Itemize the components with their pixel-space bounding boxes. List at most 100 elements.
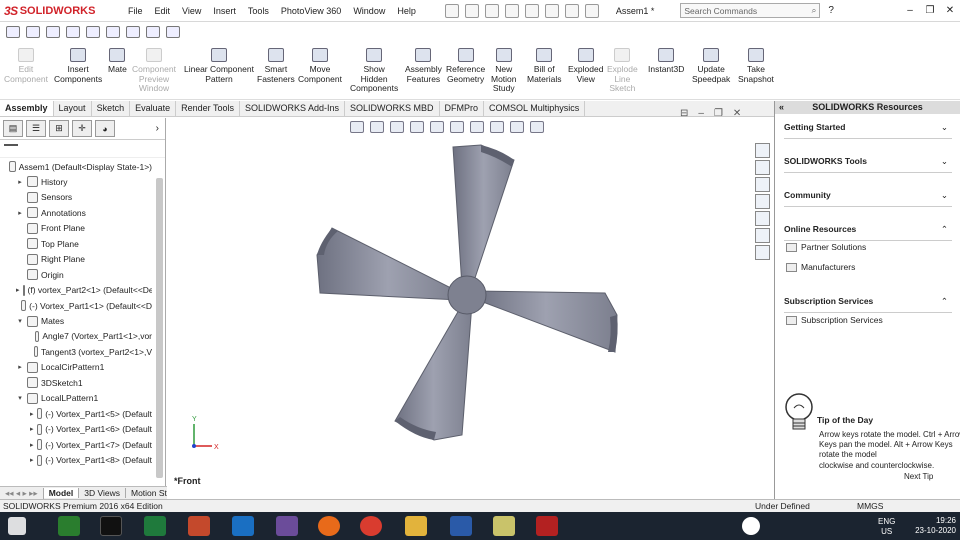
- collapse-icon[interactable]: «: [779, 101, 784, 114]
- tab-nav-arrows[interactable]: ◂◂ ◂ ▸ ▸▸: [0, 487, 44, 499]
- section-view-icon[interactable]: [410, 121, 424, 133]
- next-tip-link[interactable]: Next Tip: [904, 472, 933, 481]
- cube-icon[interactable]: [126, 26, 140, 38]
- rebuild-icon[interactable]: [564, 3, 579, 18]
- visual-studio-icon[interactable]: [276, 516, 298, 536]
- blade-top[interactable]: [452, 144, 515, 288]
- powerpoint-app-icon[interactable]: [188, 516, 210, 536]
- section-solidworks-tools[interactable]: SOLIDWORKS Tools ⌄: [784, 156, 952, 173]
- tree-node[interactable]: Top Plane: [16, 236, 152, 251]
- tree-node[interactable]: ▸ (-) Vortex_Part1<6> (Default: [30, 422, 152, 437]
- instant3d-button[interactable]: Instant3D: [648, 48, 684, 75]
- tree-node[interactable]: ▸ (f) vortex_Part2<1> (Default<<De: [16, 283, 152, 298]
- appearance-icon[interactable]: [490, 121, 504, 133]
- blade-right[interactable]: [474, 290, 618, 353]
- tree-node[interactable]: ▾ LocalLPattern1: [16, 391, 152, 406]
- tree-node[interactable]: (-) Vortex_Part1<1> (Default<<D: [16, 298, 152, 313]
- tab-render-tools[interactable]: Render Tools: [176, 101, 240, 116]
- assembly-tools-icon[interactable]: [6, 26, 20, 38]
- close-icon[interactable]: ✕: [940, 5, 960, 16]
- menu-window[interactable]: Window: [347, 6, 391, 16]
- previous-view-icon[interactable]: [390, 121, 404, 133]
- tab-evaluate[interactable]: Evaluate: [130, 101, 177, 116]
- tab-sketch[interactable]: Sketch: [92, 101, 131, 116]
- chrome-icon[interactable]: [360, 516, 382, 536]
- expand-toggle-icon[interactable]: ▸: [30, 441, 34, 449]
- notes-app-icon[interactable]: [493, 516, 515, 536]
- graphics-area[interactable]: Y X: [167, 118, 772, 499]
- link-manufacturers[interactable]: Manufacturers: [786, 262, 855, 272]
- tree-node[interactable]: ▸ (-) Vortex_Part1<8> (Default: [30, 453, 152, 468]
- feature-tree-icon[interactable]: ▤: [3, 120, 23, 137]
- tab-3d-views[interactable]: 3D Views: [79, 488, 126, 498]
- forum-icon[interactable]: [755, 245, 770, 260]
- tree-node[interactable]: ▾ Mates: [16, 314, 152, 329]
- section-online-resources[interactable]: Online Resources ⌃: [784, 224, 952, 241]
- options-gear-icon[interactable]: [584, 3, 599, 18]
- assembly-features-button[interactable]: Assembly Features: [405, 48, 442, 84]
- insert-components-button[interactable]: Insert Components: [54, 48, 102, 84]
- tab-dfmpro[interactable]: DFMPro: [440, 101, 485, 116]
- windows-start-icon[interactable]: [8, 517, 26, 535]
- vortex-rotor-model[interactable]: Y X: [167, 118, 772, 499]
- expand-toggle-icon[interactable]: ▸: [16, 363, 24, 371]
- tab-solidworks-mbd[interactable]: SOLIDWORKS MBD: [345, 101, 440, 116]
- zoom-area-icon[interactable]: [370, 121, 384, 133]
- mate-button[interactable]: Mate: [108, 48, 127, 75]
- section-community[interactable]: Community ⌄: [784, 190, 952, 207]
- restore-icon[interactable]: ❐: [920, 5, 940, 16]
- clock[interactable]: 19:26 23-10-2020: [915, 516, 956, 536]
- section-subscription-services[interactable]: Subscription Services ⌃: [784, 296, 952, 313]
- tab-layout[interactable]: Layout: [54, 101, 92, 116]
- reference-geometry-button[interactable]: Reference Geometry: [446, 48, 485, 84]
- help-tray-icon[interactable]: [742, 517, 760, 535]
- zoom-to-fit-icon[interactable]: [350, 121, 364, 133]
- menu-photoview-360[interactable]: PhotoView 360: [275, 6, 347, 16]
- save-icon[interactable]: [484, 3, 499, 18]
- expand-toggle-icon[interactable]: ▸: [16, 178, 24, 186]
- menu-file[interactable]: File: [122, 6, 149, 16]
- design-library-icon[interactable]: [755, 160, 770, 175]
- tab-solidworks-add-ins[interactable]: SOLIDWORKS Add-Ins: [240, 101, 346, 116]
- explode-line-sketch-button[interactable]: Explode Line Sketch: [607, 48, 638, 94]
- sketch-icon[interactable]: [66, 26, 80, 38]
- view-settings-icon[interactable]: [530, 121, 544, 133]
- word-app-icon[interactable]: [450, 516, 472, 536]
- file-explorer-icon[interactable]: [755, 177, 770, 192]
- display-style-icon[interactable]: [450, 121, 464, 133]
- box-icon[interactable]: [146, 26, 160, 38]
- minimize-icon[interactable]: –: [900, 5, 920, 16]
- tree-node[interactable]: ▸ (-) Vortex_Part1<7> (Default: [30, 437, 152, 452]
- expand-toggle-icon[interactable]: ▸: [16, 286, 20, 294]
- filter-icon[interactable]: [4, 143, 18, 154]
- take-snapshot-button[interactable]: Take Snapshot: [738, 48, 774, 84]
- menu-help[interactable]: Help: [391, 6, 422, 16]
- exploded-view-button[interactable]: Exploded View: [568, 48, 603, 84]
- tree-node[interactable]: Origin: [16, 267, 152, 282]
- search-commands-input[interactable]: Search Commands ⌕: [680, 3, 821, 18]
- tree-node[interactable]: ▸ (-) Vortex_Part1<5> (Default: [30, 406, 152, 421]
- smart-fasteners-button[interactable]: Smart Fasteners: [257, 48, 295, 84]
- tree-filter[interactable]: [0, 140, 165, 158]
- undo-icon[interactable]: [524, 3, 539, 18]
- tree-node[interactable]: Tangent3 (vortex_Part2<1>,V: [30, 344, 152, 359]
- show-hidden-components-button[interactable]: Show Hidden Components: [350, 48, 398, 94]
- appearances-icon[interactable]: [755, 211, 770, 226]
- expand-toggle-icon[interactable]: ▾: [16, 394, 24, 402]
- open-folder-icon[interactable]: [464, 3, 479, 18]
- rotor-hub[interactable]: [447, 275, 487, 315]
- tree-node[interactable]: Sensors: [16, 190, 152, 205]
- expand-toggle-icon[interactable]: ▸: [30, 456, 34, 464]
- custom-properties-icon[interactable]: [755, 228, 770, 243]
- home-icon[interactable]: [755, 143, 770, 158]
- expand-toggle-icon[interactable]: ▾: [16, 317, 24, 325]
- tree-node[interactable]: Assem1 (Default<Display State-1>): [2, 159, 152, 174]
- blade-left[interactable]: [316, 227, 460, 301]
- tab-comsol-multiphysics[interactable]: COMSOL Multiphysics: [484, 101, 586, 116]
- component-icon[interactable]: [86, 26, 100, 38]
- calculator-app-icon[interactable]: [58, 516, 80, 536]
- viewport-minimize-icon[interactable]: –: [698, 108, 704, 119]
- help-icon[interactable]: ?: [828, 5, 834, 16]
- solidworks-logo[interactable]: 3S SOLIDWORKS: [0, 4, 122, 18]
- chevron-icon[interactable]: ⌃: [941, 296, 948, 307]
